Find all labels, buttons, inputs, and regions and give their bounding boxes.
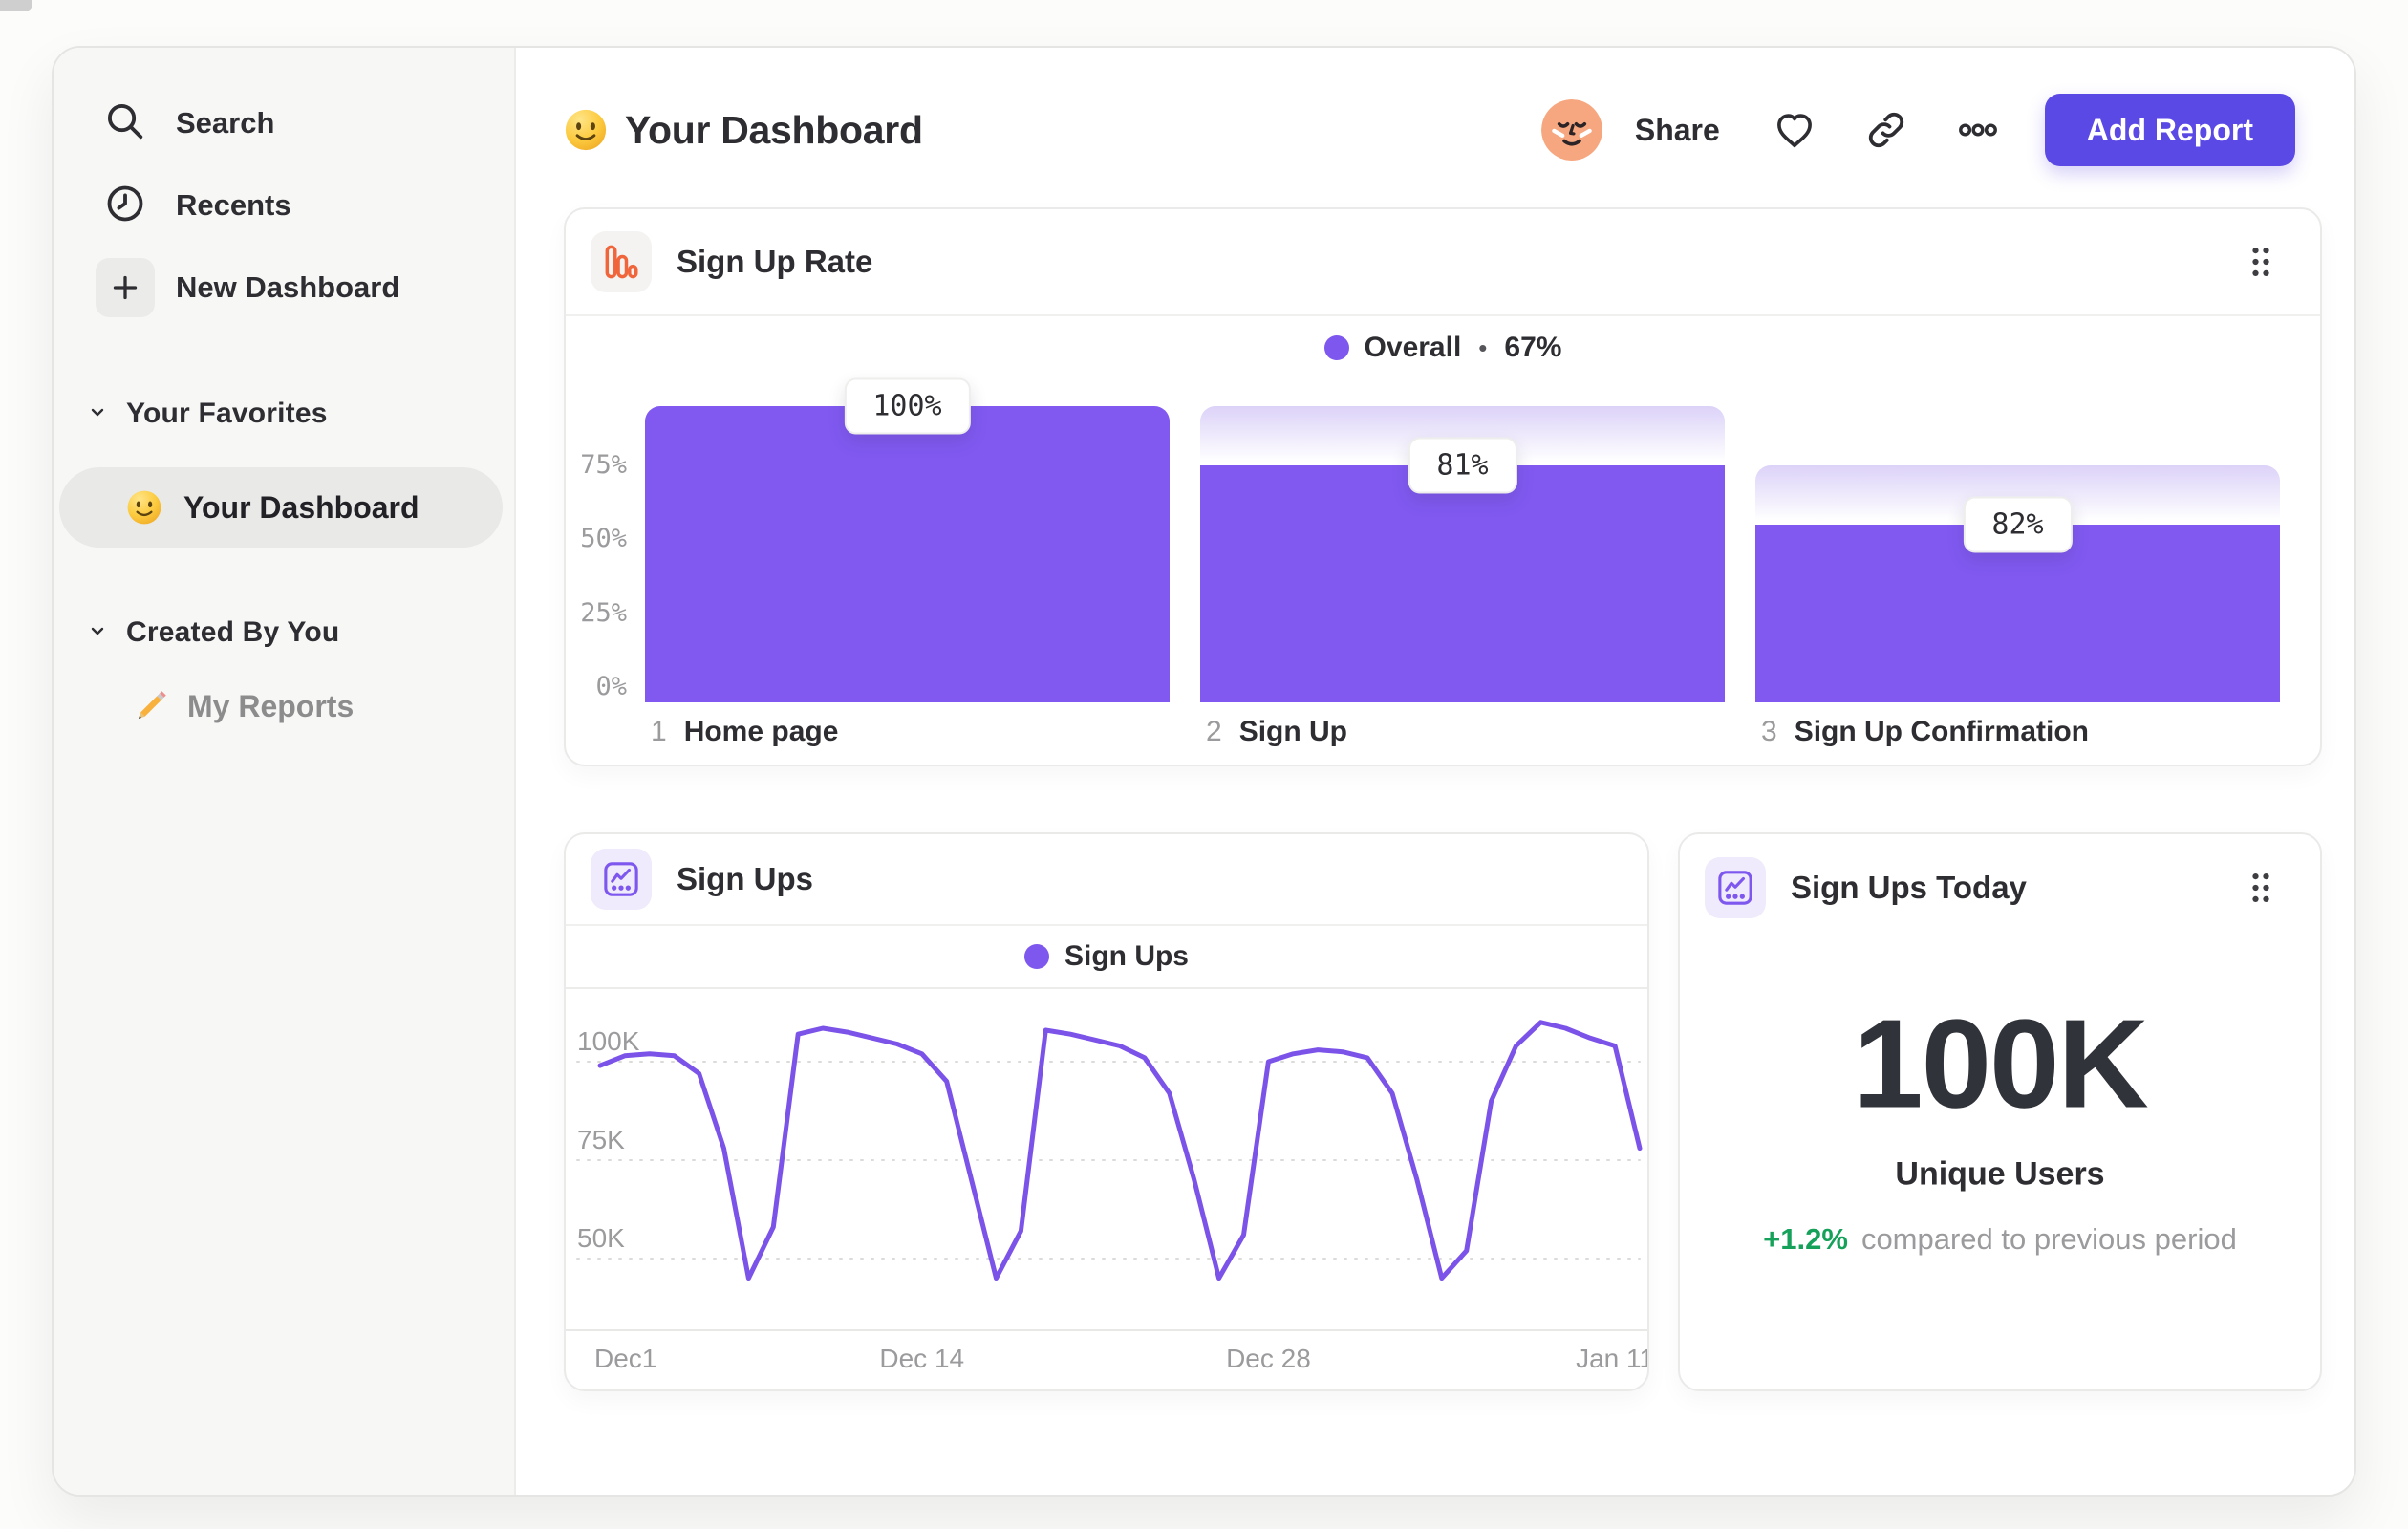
pencil-emoji: [139, 691, 166, 719]
section-label: Your Favorites: [126, 398, 328, 429]
sidebar-item-my-reports[interactable]: My Reports: [54, 673, 514, 740]
line-chart: 100K 75K 50K Dec1 Dec 14 Dec 28 Jan 11: [566, 991, 1647, 1389]
card-header: Sign Ups Today: [1680, 834, 2320, 941]
page-title: Your Dashboard: [625, 107, 923, 152]
sidebar-item-label: Recents: [176, 188, 291, 222]
bar-chart-icon: [591, 231, 652, 292]
plus-icon: [96, 258, 155, 317]
sidebar-item-recents[interactable]: Recents: [54, 164, 514, 247]
app-window: Search Recents New Dashboard Your Favori…: [52, 46, 2356, 1497]
sign-ups-card: Sign Ups Sign Ups 100K 75K 50K Dec1 Dec 14 De…: [564, 832, 1649, 1391]
section-label: Created By You: [126, 616, 340, 648]
search-icon: [103, 99, 147, 148]
funnel-y-tick: 0%: [595, 672, 627, 701]
chevron-down-icon: [86, 400, 109, 428]
smiley-emoji: [127, 490, 161, 525]
drag-handle-icon[interactable]: [2240, 241, 2282, 283]
sidebar-item-label: New Dashboard: [176, 270, 400, 304]
x-tick-label: Jan 11: [1576, 1344, 1647, 1373]
sidebar-section-created-by-you[interactable]: Created By You: [54, 604, 514, 661]
funnel-bar: 81%: [1200, 406, 1725, 702]
x-tick-label: Dec 14: [879, 1344, 964, 1373]
legend-dot: [1323, 335, 1349, 360]
funnel-value-label: 100%: [844, 377, 971, 435]
card-title: Sign Ups Today: [1791, 870, 2027, 905]
share-button[interactable]: Share: [1635, 113, 1720, 148]
line-chart-icon: [591, 849, 652, 910]
avatar[interactable]: [1540, 99, 1602, 161]
sidebar-section-your-favorites[interactable]: Your Favorites: [54, 385, 514, 442]
funnel-value-label: 82%: [1963, 496, 2073, 553]
y-tick-label: 50K: [577, 1223, 625, 1253]
header-actions: Share Add Report: [1540, 94, 2295, 166]
main-content: Your Dashboard Share Add Report Sign Up …: [516, 48, 2354, 1495]
x-tick-label: Dec 28: [1226, 1344, 1311, 1373]
funnel-y-tick: 25%: [580, 597, 627, 628]
sidebar-item-search[interactable]: Search: [54, 82, 514, 164]
more-options-button[interactable]: [1932, 99, 2024, 161]
card-header: Sign Up Rate: [566, 209, 2320, 316]
drag-handle-icon[interactable]: [2240, 867, 2282, 909]
line-legend: Sign Ups: [566, 926, 1647, 989]
smiley-emoji: [565, 109, 607, 151]
funnel-bar: 100%: [645, 377, 1170, 702]
sign-up-rate-card: Sign Up Rate Overall • 67% 75% 50% 25% 0% 10…: [564, 207, 2322, 766]
y-tick-label: 100K: [577, 1026, 640, 1056]
dashboard-title-group: Your Dashboard: [564, 108, 923, 153]
funnel-x-label: 2 Sign Up: [1206, 716, 1348, 747]
funnel-y-tick: 50%: [580, 524, 627, 553]
y-tick-label: 75K: [577, 1125, 625, 1154]
sidebar-item-your-dashboard-selected[interactable]: Your Dashboard: [59, 467, 503, 548]
card-header: Sign Ups: [566, 834, 1647, 926]
line-chart-icon: [1705, 857, 1766, 918]
stat-value: 100K: [1853, 993, 2149, 1134]
funnel-legend: Overall • 67%: [566, 316, 2320, 379]
sidebar-item-label: My Reports: [187, 688, 355, 723]
sidebar-item-label: Your Dashboard: [183, 489, 419, 525]
legend-label: Sign Ups: [1064, 940, 1189, 972]
link-icon: [1868, 112, 1903, 148]
legend-value: 67%: [1504, 332, 1562, 363]
funnel-x-label: 3 Sign Up Confirmation: [1761, 716, 2089, 747]
funnel-bar-fill: [645, 406, 1170, 702]
funnel-bar-fill: [1200, 465, 1725, 702]
favorite-heart-button[interactable]: [1749, 99, 1840, 161]
copy-link-button[interactable]: [1840, 99, 1932, 161]
legend-dot: [1023, 944, 1049, 969]
funnel-bar: 82%: [1755, 406, 2280, 702]
stat-caption: Unique Users: [1895, 1155, 2105, 1193]
funnel-y-tick: 75%: [580, 449, 627, 480]
delta-value: +1.2%: [1763, 1222, 1848, 1256]
chevron-down-icon: [86, 619, 109, 647]
card-title: Sign Ups: [677, 861, 814, 896]
sidebar: Search Recents New Dashboard Your Favori…: [54, 48, 516, 1495]
funnel-x-label: 1 Home page: [651, 716, 839, 747]
add-report-button[interactable]: Add Report: [2044, 94, 2295, 166]
legend-separator: •: [1478, 333, 1488, 362]
delta-caption: compared to previous period: [1860, 1222, 2237, 1256]
clock-icon: [103, 182, 147, 230]
sidebar-item-label: Search: [176, 106, 275, 140]
legend-label: Overall: [1364, 332, 1462, 363]
heart-icon: [1776, 114, 1812, 148]
signups-series-line: [597, 1020, 1643, 1281]
ellipsis-icon: [1958, 123, 1997, 137]
card-title: Sign Up Rate: [677, 244, 873, 279]
funnel-chart: 75% 50% 25% 0% 100% 1 Home page 81% 2 Sign Up 82% 3…: [566, 377, 2320, 764]
funnel-value-label: 81%: [1408, 437, 1517, 494]
dashboard-header: Your Dashboard Share Add Report: [564, 90, 2295, 170]
stat-delta-row: +1.2% compared to previous period: [1680, 1222, 2320, 1257]
sidebar-item-new-dashboard[interactable]: New Dashboard: [54, 247, 514, 329]
x-tick-label: Dec1: [594, 1344, 656, 1373]
sign-ups-today-card: Sign Ups Today 100K Unique Users +1.2% c…: [1678, 832, 2322, 1391]
background-window-edge: [0, 0, 32, 11]
